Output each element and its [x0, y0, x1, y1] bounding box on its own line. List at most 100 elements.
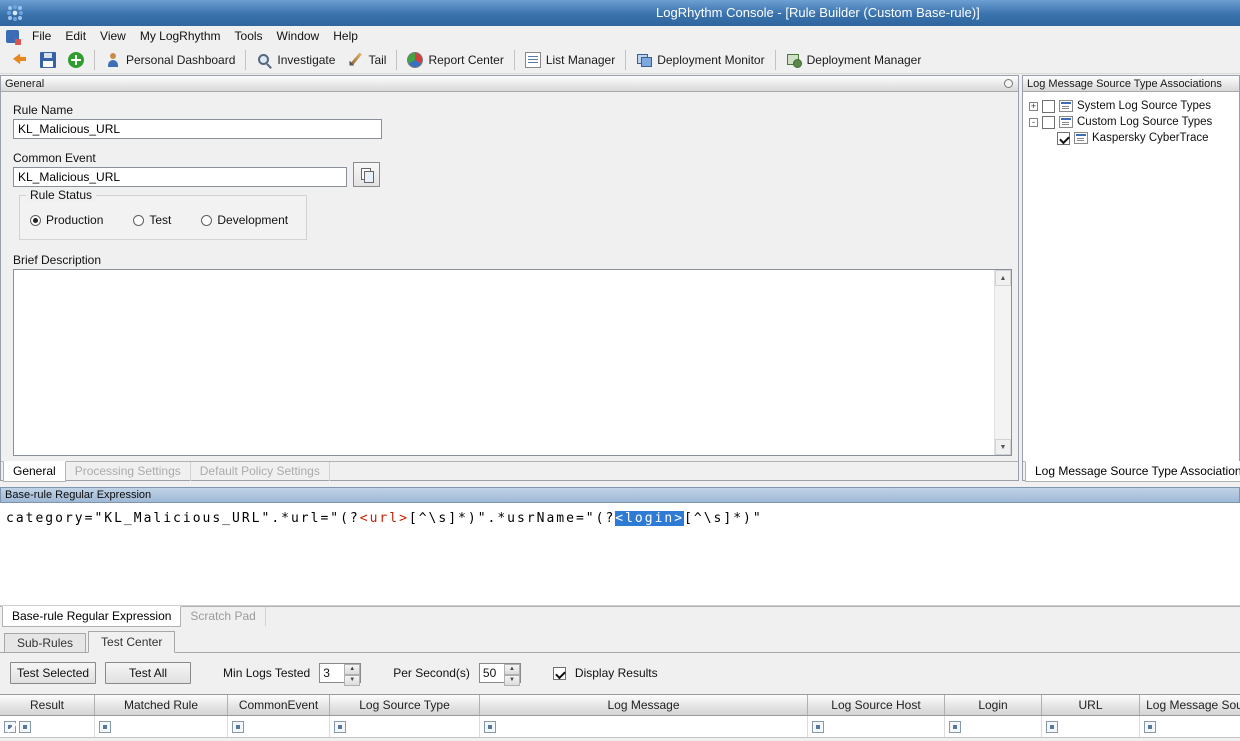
tab-scratch-pad[interactable]: Scratch Pad	[181, 607, 265, 626]
rule-status-groupbox: Rule Status ProductionTestDevelopment	[19, 195, 307, 240]
menu-window[interactable]: Window	[270, 27, 327, 45]
toolbar-button-label: Deployment Manager	[807, 53, 922, 67]
filter-icon[interactable]	[232, 721, 244, 733]
radio-development-icon[interactable]	[201, 215, 212, 226]
toolbar-button-save-icon[interactable]	[34, 49, 62, 71]
radio-production-icon[interactable]	[30, 215, 41, 226]
column-header-commonevent[interactable]: CommonEvent	[228, 695, 330, 715]
list-icon	[525, 52, 541, 68]
toolbar-button-deployment-monitor[interactable]: Deployment Monitor	[630, 49, 770, 71]
tree-expander-icon[interactable]: -	[1029, 118, 1038, 127]
common-event-label: Common Event	[13, 151, 96, 165]
test-selected-button[interactable]: Test Selected	[10, 662, 96, 684]
tree-checkbox[interactable]	[1042, 100, 1055, 113]
scroll-down-icon[interactable]: ▼	[995, 439, 1011, 455]
column-header-log-source-type[interactable]: Log Source Type	[330, 695, 480, 715]
toolbar-button-add-icon[interactable]	[62, 49, 90, 71]
stepper-down-icon[interactable]: ▼	[344, 675, 360, 686]
toolbar-button-label: Personal Dashboard	[126, 53, 235, 67]
rule-name-input[interactable]	[13, 119, 382, 139]
menu-edit[interactable]: Edit	[58, 27, 93, 45]
filter-icon[interactable]	[1046, 721, 1058, 733]
rule-builder-tabs: Sub-RulesTest Center	[0, 628, 1240, 653]
toolbar-button-deployment-manager[interactable]: Deployment Manager	[780, 49, 928, 71]
common-event-input[interactable]	[13, 167, 347, 187]
tab-general[interactable]: General	[3, 461, 66, 482]
radio-test-icon[interactable]	[133, 215, 144, 226]
tree-item-custom-log-source-types[interactable]: -Custom Log Source Types	[1023, 114, 1239, 130]
toolbar-button-report-center[interactable]: Report Center	[401, 49, 509, 71]
regex-editor[interactable]: category="KL_Malicious_URL".*url="(?<url…	[0, 503, 1240, 606]
menu-help[interactable]: Help	[326, 27, 365, 45]
log-source-type-icon	[1059, 100, 1073, 112]
column-header-matched-rule[interactable]: Matched Rule	[95, 695, 228, 715]
radio-option-production[interactable]: Production	[30, 213, 103, 227]
menu-my-logrhythm[interactable]: My LogRhythm	[133, 27, 228, 45]
filter-cell-log-message	[480, 716, 808, 737]
per-second-stepper[interactable]: 50 ▲ ▼	[479, 663, 521, 683]
log-source-type-tree: +System Log Source Types-Custom Log Sour…	[1023, 92, 1239, 146]
filter-cell-matched-rule	[95, 716, 228, 737]
menu-tools[interactable]: Tools	[228, 27, 270, 45]
min-logs-stepper[interactable]: 3 ▲ ▼	[319, 663, 361, 683]
toolbar-button-label: Tail	[368, 53, 386, 67]
common-event-browse-button[interactable]	[353, 162, 380, 187]
filter-icon[interactable]	[19, 721, 31, 733]
filter-icon[interactable]	[334, 721, 346, 733]
toolbar-items: Personal Dashboard Investigate Tail Report …	[6, 49, 927, 71]
test-center-controls: Test Selected Test All Min Logs Tested 3…	[0, 653, 1240, 693]
test-all-button[interactable]: Test All	[105, 662, 191, 684]
filter-edit-icon[interactable]	[4, 721, 16, 733]
toolbar-button-investigate[interactable]: Investigate	[250, 49, 341, 71]
tree-checkbox[interactable]	[1042, 116, 1055, 129]
logrhythm-logo-icon	[6, 4, 24, 22]
filter-icon[interactable]	[949, 721, 961, 733]
toolbar-button-tail[interactable]: Tail	[341, 49, 392, 71]
toolbar-separator	[94, 50, 95, 70]
filter-cell-log-source-host	[808, 716, 945, 737]
stepper-up-icon[interactable]: ▲	[344, 664, 360, 675]
tab-test-center[interactable]: Test Center	[88, 631, 175, 653]
general-panel-tabs: GeneralProcessing SettingsDefault Policy…	[1, 461, 1018, 480]
tab-log-message-source-type-associations[interactable]: Log Message Source Type Associations	[1025, 461, 1240, 482]
toolbar-button-list-manager[interactable]: List Manager	[519, 49, 621, 71]
radio-option-test[interactable]: Test	[133, 213, 171, 227]
filter-cell-result	[0, 716, 95, 737]
toolbar-button-personal-dashboard[interactable]: Personal Dashboard	[99, 49, 241, 71]
column-header-log-source-host[interactable]: Log Source Host	[808, 695, 945, 715]
menu-view[interactable]: View	[93, 27, 133, 45]
stepper-down-icon[interactable]: ▼	[504, 675, 520, 686]
stepper-up-icon[interactable]: ▲	[504, 664, 520, 675]
scrollbar[interactable]: ▲ ▼	[994, 270, 1011, 455]
toolbar-button-pointer-icon[interactable]	[6, 49, 34, 71]
tree-item-kaspersky-cybertrace[interactable]: Kaspersky CyberTrace	[1023, 130, 1239, 146]
filter-icon[interactable]	[812, 721, 824, 733]
column-header-login[interactable]: Login	[945, 695, 1042, 715]
associations-panel: Log Message Source Type Associations +Sy…	[1022, 75, 1240, 481]
radio-option-label: Test	[149, 213, 171, 227]
scroll-up-icon[interactable]: ▲	[995, 270, 1011, 286]
results-table-header: ResultMatched RuleCommonEventLog Source …	[0, 694, 1240, 716]
tab-base-rule-regular-expression[interactable]: Base-rule Regular Expression	[2, 606, 181, 627]
radio-option-development[interactable]: Development	[201, 213, 288, 227]
tree-expander-icon[interactable]: +	[1029, 102, 1038, 111]
tree-item-system-log-source-types[interactable]: +System Log Source Types	[1023, 98, 1239, 114]
column-header-log-message-sou[interactable]: Log Message Sou	[1140, 695, 1240, 715]
brief-description-textarea[interactable]: ▲ ▼	[13, 269, 1012, 456]
tab-sub-rules[interactable]: Sub-Rules	[4, 633, 86, 652]
toolbar-separator	[245, 50, 246, 70]
tree-checkbox[interactable]	[1057, 132, 1070, 145]
display-results-checkbox[interactable]	[553, 667, 566, 680]
per-second-label: Per Second(s)	[393, 666, 470, 680]
column-header-result[interactable]: Result	[0, 695, 95, 715]
panel-options-icon[interactable]	[1004, 79, 1013, 88]
menu-file[interactable]: File	[25, 27, 58, 45]
toolbar-button-label: Deployment Monitor	[657, 53, 764, 67]
filter-icon[interactable]	[1144, 721, 1156, 733]
filter-icon[interactable]	[484, 721, 496, 733]
column-header-url[interactable]: URL	[1042, 695, 1140, 715]
rule-status-label: Rule Status	[26, 188, 96, 202]
column-header-log-message[interactable]: Log Message	[480, 695, 808, 715]
filter-icon[interactable]	[99, 721, 111, 733]
log-source-type-icon	[1059, 116, 1073, 128]
